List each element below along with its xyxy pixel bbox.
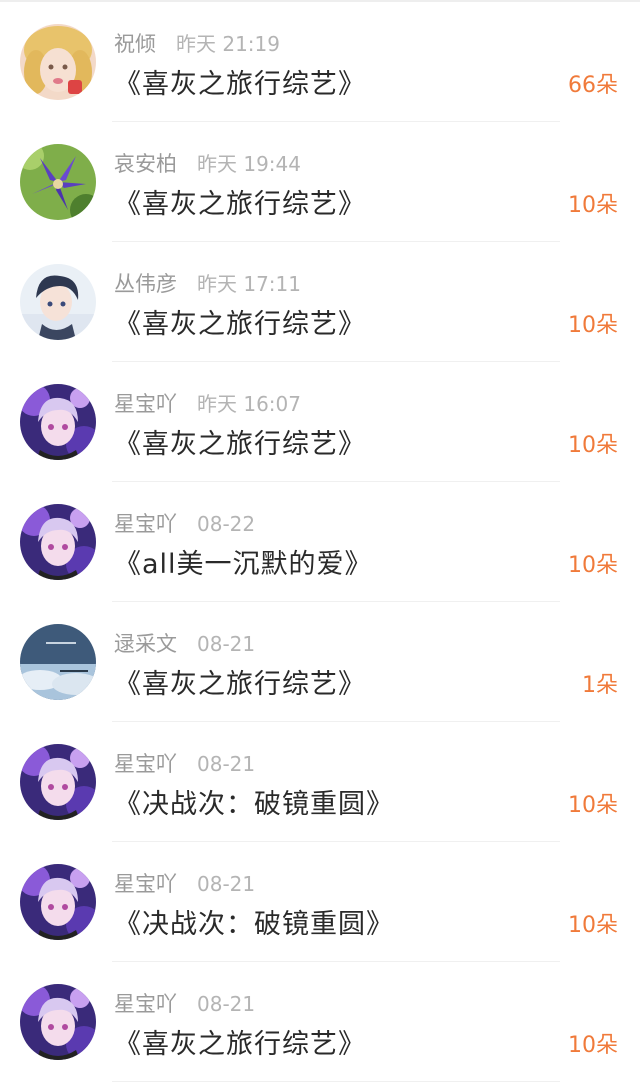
- avatar[interactable]: [20, 624, 96, 700]
- row-meta: 丛伟彦 昨天 17:11: [114, 268, 301, 298]
- timestamp: 08-21: [197, 752, 256, 776]
- username[interactable]: 星宝吖: [114, 752, 177, 776]
- list-item[interactable]: 祝倾 昨天 21:19 《喜灰之旅行综艺》 66朵: [0, 2, 640, 122]
- flower-count: 10朵: [568, 193, 618, 218]
- timestamp: 昨天 19:44: [197, 152, 301, 176]
- avatar[interactable]: [20, 744, 96, 820]
- avatar-sky-icon: [20, 624, 96, 700]
- flower-count: 10朵: [568, 1033, 618, 1058]
- timestamp: 昨天 21:19: [176, 32, 280, 56]
- work-title[interactable]: 《喜灰之旅行综艺》: [114, 182, 366, 221]
- flower-count: 10朵: [568, 913, 618, 938]
- list-item[interactable]: 星宝吖 08-21 《喜灰之旅行综艺》 10朵: [0, 962, 640, 1082]
- row-meta: 逯采文 08-21: [114, 628, 255, 658]
- avatar-anime-girl-purple-icon: [20, 864, 96, 940]
- username[interactable]: 哀安柏: [114, 152, 177, 176]
- list-item[interactable]: 星宝吖 08-21 《决战次：破镜重圆》 10朵: [0, 842, 640, 962]
- avatar-anime-girl-purple-icon: [20, 504, 96, 580]
- list-item[interactable]: 星宝吖 昨天 16:07 《喜灰之旅行综艺》 10朵: [0, 362, 640, 482]
- flower-count: 10朵: [568, 313, 618, 338]
- list-item[interactable]: 逯采文 08-21 《喜灰之旅行综艺》 1朵: [0, 602, 640, 722]
- avatar[interactable]: [20, 24, 96, 100]
- row-meta: 哀安柏 昨天 19:44: [114, 148, 301, 178]
- list-item[interactable]: 星宝吖 08-22 《all美一沉默的爱》 10朵: [0, 482, 640, 602]
- username[interactable]: 逯采文: [114, 632, 177, 656]
- flower-count: 10朵: [568, 553, 618, 578]
- flower-count: 10朵: [568, 793, 618, 818]
- row-meta: 星宝吖 08-21: [114, 748, 255, 778]
- avatar-anime-girl-purple-icon: [20, 744, 96, 820]
- gift-record-list: 祝倾 昨天 21:19 《喜灰之旅行综艺》 66朵 哀安柏 昨天 19:44 《喜灰…: [0, 0, 640, 1088]
- avatar[interactable]: [20, 384, 96, 460]
- timestamp: 08-22: [197, 512, 256, 536]
- work-title[interactable]: 《喜灰之旅行综艺》: [114, 662, 366, 701]
- timestamp: 08-21: [197, 992, 256, 1016]
- work-title[interactable]: 《决战次：破镜重圆》: [114, 902, 394, 941]
- flower-count: 1朵: [582, 673, 618, 698]
- avatar-anime-girl-purple-icon: [20, 984, 96, 1060]
- timestamp: 昨天 16:07: [197, 392, 301, 416]
- avatar-anime-boy-icon: [20, 264, 96, 340]
- work-title[interactable]: 《all美一沉默的爱》: [114, 542, 373, 581]
- avatar[interactable]: [20, 504, 96, 580]
- row-meta: 星宝吖 昨天 16:07: [114, 388, 301, 418]
- flower-count: 10朵: [568, 433, 618, 458]
- work-title[interactable]: 《喜灰之旅行综艺》: [114, 422, 366, 461]
- username[interactable]: 星宝吖: [114, 872, 177, 896]
- list-item[interactable]: 丛伟彦 昨天 17:11 《喜灰之旅行综艺》 10朵: [0, 242, 640, 362]
- list-item[interactable]: 星宝吖 08-21 《决战次：破镜重圆》 10朵: [0, 722, 640, 842]
- username[interactable]: 星宝吖: [114, 392, 177, 416]
- row-meta: 星宝吖 08-21: [114, 988, 255, 1018]
- avatar-purple-flower-icon: [20, 144, 96, 220]
- avatar[interactable]: [20, 984, 96, 1060]
- row-meta: 祝倾 昨天 21:19: [114, 28, 280, 58]
- username[interactable]: 星宝吖: [114, 512, 177, 536]
- avatar-anime-girl-purple-icon: [20, 384, 96, 460]
- avatar[interactable]: [20, 864, 96, 940]
- timestamp: 08-21: [197, 632, 256, 656]
- avatar-blonde-girl-icon: [20, 24, 96, 100]
- username[interactable]: 星宝吖: [114, 992, 177, 1016]
- list-item[interactable]: 哀安柏 昨天 19:44 《喜灰之旅行综艺》 10朵: [0, 122, 640, 242]
- flower-count: 66朵: [568, 73, 618, 98]
- username[interactable]: 祝倾: [114, 32, 156, 56]
- work-title[interactable]: 《喜灰之旅行综艺》: [114, 302, 366, 341]
- work-title[interactable]: 《喜灰之旅行综艺》: [114, 62, 366, 101]
- username[interactable]: 丛伟彦: [114, 272, 177, 296]
- timestamp: 08-21: [197, 872, 256, 896]
- row-meta: 星宝吖 08-21: [114, 868, 255, 898]
- avatar[interactable]: [20, 144, 96, 220]
- work-title[interactable]: 《喜灰之旅行综艺》: [114, 1022, 366, 1061]
- work-title[interactable]: 《决战次：破镜重圆》: [114, 782, 394, 821]
- timestamp: 昨天 17:11: [197, 272, 301, 296]
- row-meta: 星宝吖 08-22: [114, 508, 255, 538]
- avatar[interactable]: [20, 264, 96, 340]
